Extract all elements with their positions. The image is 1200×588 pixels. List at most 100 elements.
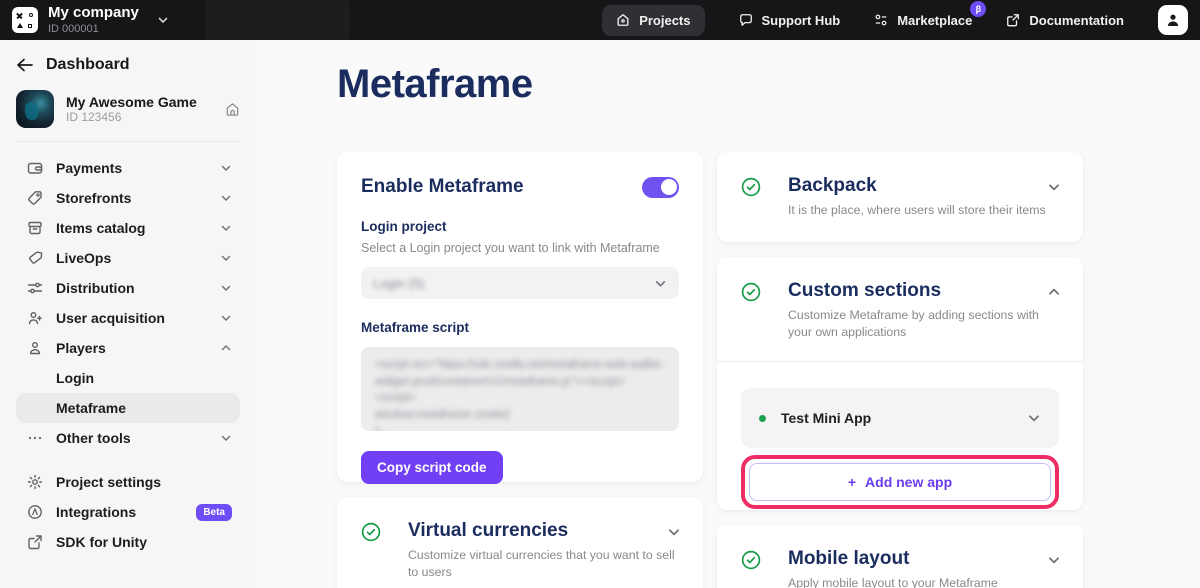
chevron-up-icon[interactable] xyxy=(1047,285,1061,299)
left-column: Enable Metaframe Login project Select a … xyxy=(337,152,703,588)
sidebar-item-login[interactable]: Login xyxy=(16,363,240,393)
nav-projects[interactable]: Projects xyxy=(602,5,704,36)
mobile-layout-card: Mobile layout Apply mobile layout to you… xyxy=(717,525,1083,588)
project-avatar xyxy=(16,90,54,128)
logo-glyph xyxy=(29,13,33,17)
xsolla-logo[interactable] xyxy=(12,7,38,33)
gear-icon xyxy=(26,474,43,490)
ellipsis-icon xyxy=(26,430,43,446)
integration-icon xyxy=(26,504,43,520)
user-icon xyxy=(26,340,43,356)
copy-script-code-button[interactable]: Copy script code xyxy=(361,451,503,484)
sidebar-item-integrations[interactable]: Integrations Beta xyxy=(16,497,240,527)
back-to-dashboard[interactable]: Dashboard xyxy=(16,54,240,76)
add-new-app-button[interactable]: + Add new app xyxy=(749,463,1051,501)
mobile-layout-desc: Apply mobile layout to your Metaframe xyxy=(788,575,998,588)
beta-badge: Beta xyxy=(196,504,232,521)
sidebar-item-distribution[interactable]: Distribution xyxy=(16,273,240,303)
nav-projects-label: Projects xyxy=(639,13,690,28)
custom-sections-card: Custom sections Customize Metaframe by a… xyxy=(717,257,1083,510)
sidebar-item-players[interactable]: Players xyxy=(16,333,240,363)
sidebar-item-payments[interactable]: Payments xyxy=(16,153,240,183)
nav-documentation[interactable]: Documentation xyxy=(1006,13,1124,28)
sidebar-item-user-acquisition[interactable]: User acquisition xyxy=(16,303,240,333)
sidebar-item-project-settings[interactable]: Project settings xyxy=(16,467,240,497)
sidebar-item-storefronts[interactable]: Storefronts xyxy=(16,183,240,213)
external-link-icon xyxy=(26,534,43,550)
marketplace-icon xyxy=(874,13,888,27)
sidebar-item-metaframe[interactable]: Metaframe xyxy=(16,393,240,423)
app-screen: My company ID 000001 Projects Support Hu… xyxy=(0,0,1200,588)
back-label: Dashboard xyxy=(46,56,130,74)
chevron-down-icon xyxy=(220,222,232,234)
mobile-layout-title: Mobile layout xyxy=(788,548,998,570)
metaframe-script-label: Metaframe script xyxy=(361,320,679,335)
sidebar-item-other-tools[interactable]: Other tools xyxy=(16,423,240,453)
user-menu-button[interactable] xyxy=(1158,5,1188,35)
login-project-hint: Select a Login project you want to link … xyxy=(361,241,679,255)
company-switcher[interactable]: My company ID 000001 xyxy=(48,5,139,35)
backpack-desc: It is the place, where users will store … xyxy=(788,202,1046,219)
chevron-down-icon xyxy=(220,432,232,444)
page-title: Metaframe xyxy=(337,62,533,107)
chevron-down-icon xyxy=(220,162,232,174)
sidebar-item-sdk-for-unity[interactable]: SDK for Unity xyxy=(16,527,240,557)
chevron-down-icon xyxy=(220,252,232,264)
sidebar-item-items-catalog[interactable]: Items catalog xyxy=(16,213,240,243)
chat-icon xyxy=(739,13,753,27)
check-circle-icon xyxy=(741,550,761,570)
custom-sections-title: Custom sections xyxy=(788,280,1039,302)
tag-icon xyxy=(26,250,43,266)
enable-metaframe-card: Enable Metaframe Login project Select a … xyxy=(337,152,703,482)
chevron-down-icon[interactable] xyxy=(1047,180,1061,194)
custom-sections-desc: Customize Metaframe by adding sections w… xyxy=(788,307,1039,341)
project-name: My Awesome Game xyxy=(66,94,225,110)
archive-box-icon xyxy=(26,220,43,236)
backpack-title: Backpack xyxy=(788,175,1046,197)
nav-marketplace-label: Marketplace xyxy=(897,13,972,28)
check-circle-icon xyxy=(361,522,381,542)
home-icon[interactable] xyxy=(225,102,240,117)
sidebar: Dashboard My Awesome Game ID 123456 Paym… xyxy=(0,40,256,588)
enable-metaframe-toggle[interactable] xyxy=(642,177,679,198)
chevron-up-icon xyxy=(220,342,232,354)
spacer xyxy=(16,453,240,467)
nav-support-hub[interactable]: Support Hub xyxy=(739,13,841,28)
home-icon xyxy=(616,13,630,27)
chevron-down-icon[interactable] xyxy=(157,14,169,26)
marketplace-beta-badge: β xyxy=(970,1,986,17)
project-id: ID 123456 xyxy=(66,111,225,125)
login-project-value: Login (5) xyxy=(373,276,424,291)
nav-marketplace[interactable]: Marketplace β xyxy=(874,13,972,28)
chevron-down-icon xyxy=(220,192,232,204)
login-project-label: Login project xyxy=(361,219,679,234)
sliders-icon xyxy=(26,280,43,296)
divider xyxy=(16,141,240,142)
external-link-icon xyxy=(1006,13,1020,27)
logo-glyph xyxy=(17,23,23,28)
metaframe-script-code[interactable]: <script src="https://cdn.xsolla.net/meta… xyxy=(361,347,679,431)
sidebar-item-liveops[interactable]: LiveOps xyxy=(16,243,240,273)
mini-app-row[interactable]: Test Mini App xyxy=(741,388,1059,448)
nav-support-label: Support Hub xyxy=(762,13,841,28)
redacted-block xyxy=(205,0,350,40)
arrow-left-icon xyxy=(16,58,33,72)
virtual-currencies-desc: Customize virtual currencies that you wa… xyxy=(408,547,675,581)
add-new-app-label: Add new app xyxy=(865,474,952,490)
enable-card-title: Enable Metaframe xyxy=(361,176,524,198)
tag-icon xyxy=(26,190,43,206)
chevron-down-icon xyxy=(220,282,232,294)
chevron-down-icon[interactable] xyxy=(1047,553,1061,567)
logo-glyph xyxy=(28,24,33,29)
check-circle-icon xyxy=(741,282,761,302)
chevron-down-icon xyxy=(220,312,232,324)
wallet-icon xyxy=(26,160,43,176)
user-icon xyxy=(1165,12,1181,28)
user-plus-icon xyxy=(26,310,43,326)
project-selector[interactable]: My Awesome Game ID 123456 xyxy=(16,90,240,128)
chevron-down-icon[interactable] xyxy=(667,525,681,539)
login-project-select[interactable]: Login (5) xyxy=(361,267,679,299)
main-content: Metaframe Enable Metaframe Login project… xyxy=(256,40,1200,588)
virtual-currencies-title: Virtual currencies xyxy=(408,520,675,542)
topbar: My company ID 000001 Projects Support Hu… xyxy=(0,0,1200,40)
